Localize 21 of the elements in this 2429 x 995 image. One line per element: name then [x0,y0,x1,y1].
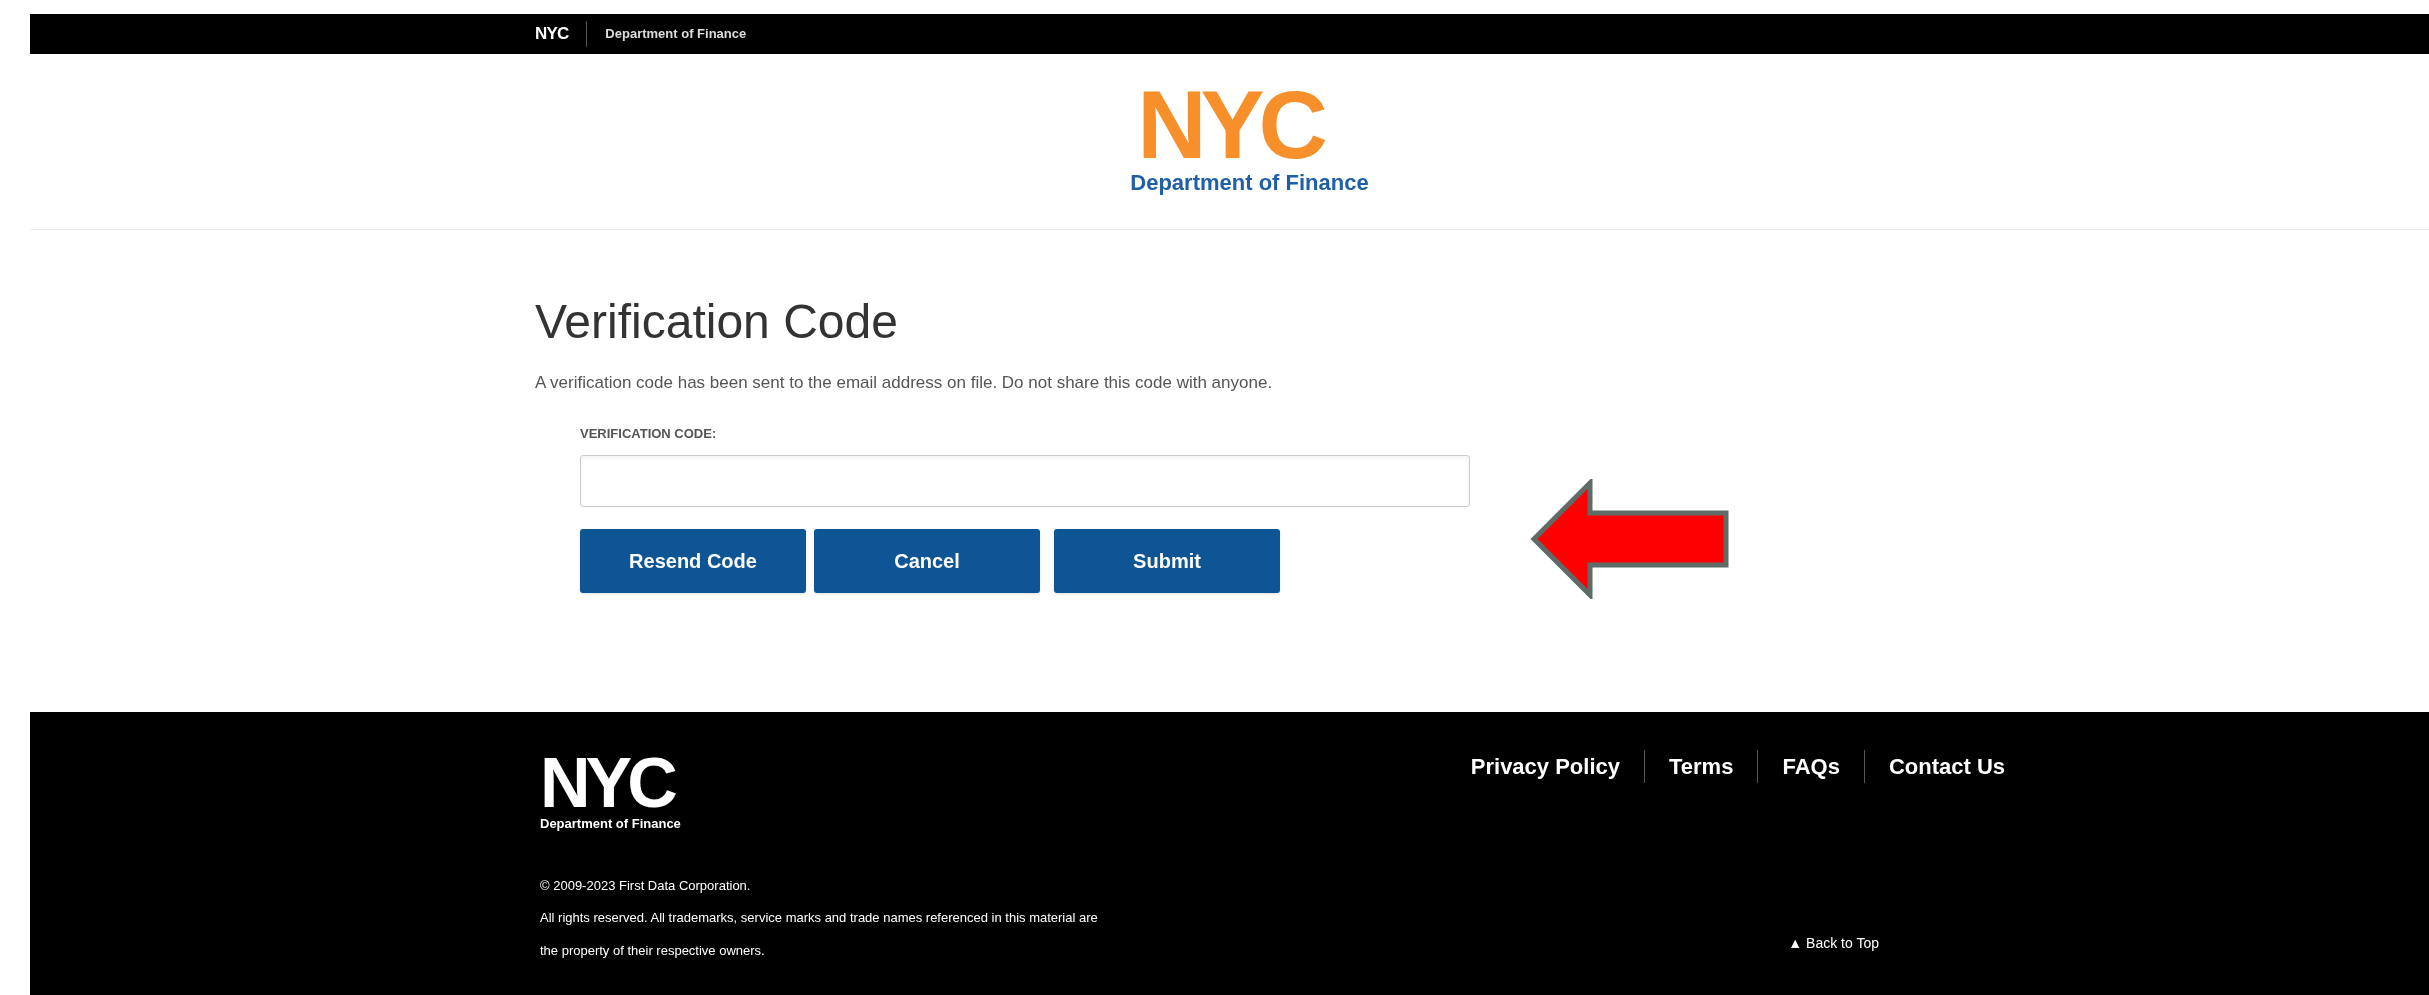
rights-text: All rights reserved. All trademarks, service marks and trade names referenced in this material are [540,909,1098,927]
rights-text: the property of their respective owners. [540,941,765,960]
footer-link[interactable]: FAQs [1757,750,1864,783]
header-agency-name: Department of Finance [1130,169,1369,197]
footer-link[interactable]: Privacy Policy [1446,750,1644,783]
resend-code-button[interactable]: Resend Code [580,529,806,593]
header-logo: NYC [1137,84,1322,166]
copyright-text: © 2009-2023 First Data Corporation. [540,876,751,895]
footer-link[interactable]: Contact Us [1863,750,2029,783]
submit-button[interactable]: Submit [1054,529,1280,593]
verification-code-input[interactable] [580,455,1470,507]
back-to-top-link[interactable]: ▲ Back to Top [1788,933,1879,954]
footer-agency-name: Department of Finance [540,815,681,833]
cancel-button[interactable]: Cancel [814,529,1040,593]
page-title: Verification Code [535,294,899,350]
footer-logo: NYC [540,754,673,812]
field-label: VERIFICATION CODE: [580,424,717,443]
footer-link[interactable]: Terms [1644,750,1758,783]
agency-name: Department of Finance [604,25,747,44]
top-bar-logo: NYC [535,21,588,47]
instruction-text: A verification code has been sent to the email address on file. Do not share this code with anyone. [535,372,1274,394]
